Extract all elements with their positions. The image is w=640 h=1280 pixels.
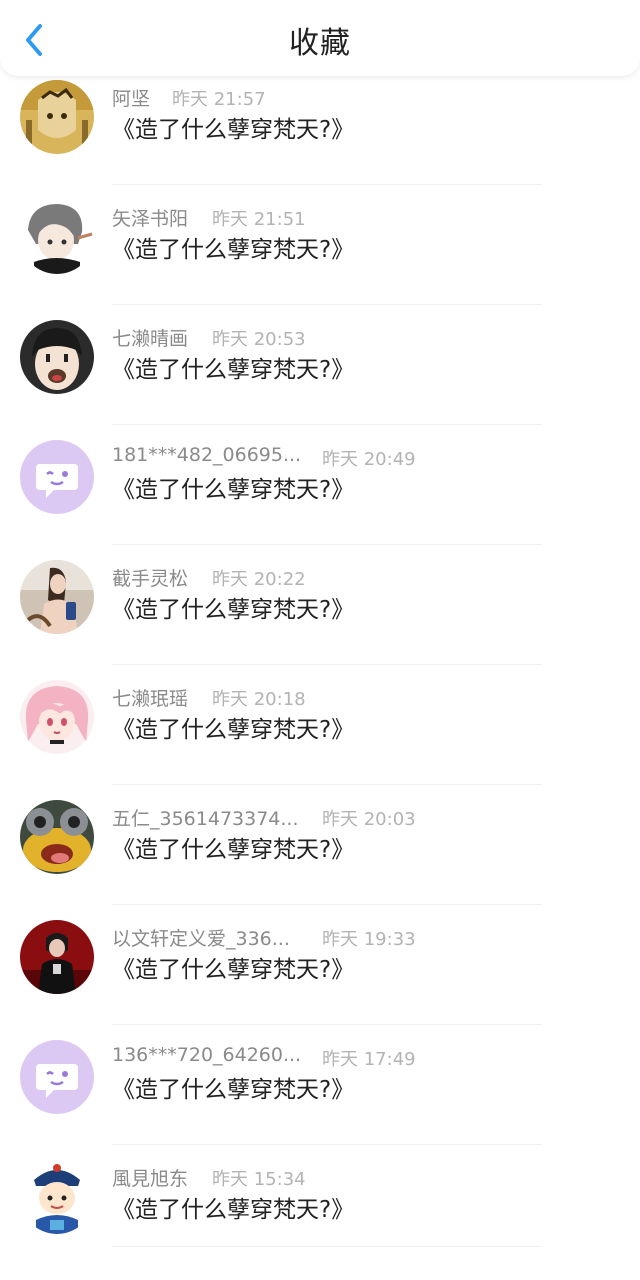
timestamp: 昨天 15:34 bbox=[212, 1169, 306, 1190]
timestamp: 昨天 20:49 bbox=[322, 449, 416, 470]
user-name[interactable]: 風見旭东 bbox=[112, 1164, 188, 1191]
favorite-content[interactable]: 《造了什么孽穿梵天?》 bbox=[112, 950, 354, 984]
list-item[interactable]: 風見旭东 昨天 15:34 《造了什么孽穿梵天?》 bbox=[0, 1160, 640, 1280]
avatar[interactable] bbox=[20, 920, 94, 994]
list-item[interactable]: 181***482_06695... 昨天 20:49 《造了什么孽穿梵天?》 bbox=[0, 440, 640, 560]
timestamp: 昨天 20:03 bbox=[322, 809, 416, 830]
favorite-content[interactable]: 《造了什么孽穿梵天?》 bbox=[112, 1190, 354, 1224]
list-item[interactable]: 以文轩定义爱_336... 昨天 19:33 《造了什么孽穿梵天?》 bbox=[0, 920, 640, 1040]
user-name[interactable]: 截手灵松 bbox=[112, 564, 188, 591]
user-name[interactable]: 以文轩定义爱_336... bbox=[112, 924, 290, 951]
timestamp: 昨天 20:53 bbox=[212, 329, 306, 350]
favorite-content[interactable]: 《造了什么孽穿梵天?》 bbox=[112, 470, 354, 504]
timestamp: 昨天 19:33 bbox=[322, 929, 416, 950]
user-name[interactable]: 七濑珉瑶 bbox=[112, 684, 188, 711]
divider bbox=[112, 1024, 542, 1025]
avatar[interactable] bbox=[20, 200, 94, 274]
avatar[interactable] bbox=[20, 680, 94, 754]
favorite-content[interactable]: 《造了什么孽穿梵天?》 bbox=[112, 1070, 354, 1104]
timestamp: 昨天 17:49 bbox=[322, 1049, 416, 1070]
divider bbox=[112, 184, 542, 185]
avatar[interactable] bbox=[20, 1160, 94, 1234]
user-name[interactable]: 181***482_06695... bbox=[112, 444, 301, 466]
favorite-content[interactable]: 《造了什么孽穿梵天?》 bbox=[112, 350, 354, 384]
divider bbox=[112, 664, 542, 665]
timestamp: 昨天 21:57 bbox=[172, 89, 266, 110]
user-name[interactable]: 阿坚 bbox=[112, 84, 150, 111]
divider bbox=[112, 424, 542, 425]
user-name[interactable]: 136***720_64260... bbox=[112, 1044, 301, 1066]
list-item[interactable]: 矢泽书阳 昨天 21:51 《造了什么孽穿梵天?》 bbox=[0, 200, 640, 320]
divider bbox=[112, 1144, 542, 1145]
timestamp: 昨天 20:22 bbox=[212, 569, 306, 590]
top-bar: 收藏 bbox=[0, 0, 640, 76]
user-name[interactable]: 五仁_3561473374... bbox=[112, 804, 299, 831]
list-item[interactable]: 阿坚 昨天 21:57 《造了什么孽穿梵天?》 bbox=[0, 80, 640, 200]
user-name[interactable]: 矢泽书阳 bbox=[112, 204, 188, 231]
timestamp: 昨天 20:18 bbox=[212, 689, 306, 710]
avatar[interactable] bbox=[20, 320, 94, 394]
list-item[interactable]: 136***720_64260... 昨天 17:49 《造了什么孽穿梵天?》 bbox=[0, 1040, 640, 1160]
divider bbox=[112, 1246, 542, 1247]
divider bbox=[112, 544, 542, 545]
avatar[interactable] bbox=[20, 80, 94, 154]
avatar[interactable] bbox=[20, 800, 94, 874]
favorite-content[interactable]: 《造了什么孽穿梵天?》 bbox=[112, 110, 354, 144]
timestamp: 昨天 21:51 bbox=[212, 209, 306, 230]
divider bbox=[112, 904, 542, 905]
list-item[interactable]: 五仁_3561473374... 昨天 20:03 《造了什么孽穿梵天?》 bbox=[0, 800, 640, 920]
avatar[interactable] bbox=[20, 560, 94, 634]
divider bbox=[112, 304, 542, 305]
avatar[interactable] bbox=[20, 1040, 94, 1114]
list-item[interactable]: 七濑晴画 昨天 20:53 《造了什么孽穿梵天?》 bbox=[0, 320, 640, 440]
page-title: 收藏 bbox=[289, 26, 351, 61]
favorite-content[interactable]: 《造了什么孽穿梵天?》 bbox=[112, 590, 354, 624]
favorite-content[interactable]: 《造了什么孽穿梵天?》 bbox=[112, 830, 354, 864]
divider bbox=[112, 784, 542, 785]
favorite-content[interactable]: 《造了什么孽穿梵天?》 bbox=[112, 710, 354, 744]
list-item[interactable]: 七濑珉瑶 昨天 20:18 《造了什么孽穿梵天?》 bbox=[0, 680, 640, 800]
favorite-content[interactable]: 《造了什么孽穿梵天?》 bbox=[112, 230, 354, 264]
list-item[interactable]: 截手灵松 昨天 20:22 《造了什么孽穿梵天?》 bbox=[0, 560, 640, 680]
user-name[interactable]: 七濑晴画 bbox=[112, 324, 188, 351]
avatar[interactable] bbox=[20, 440, 94, 514]
